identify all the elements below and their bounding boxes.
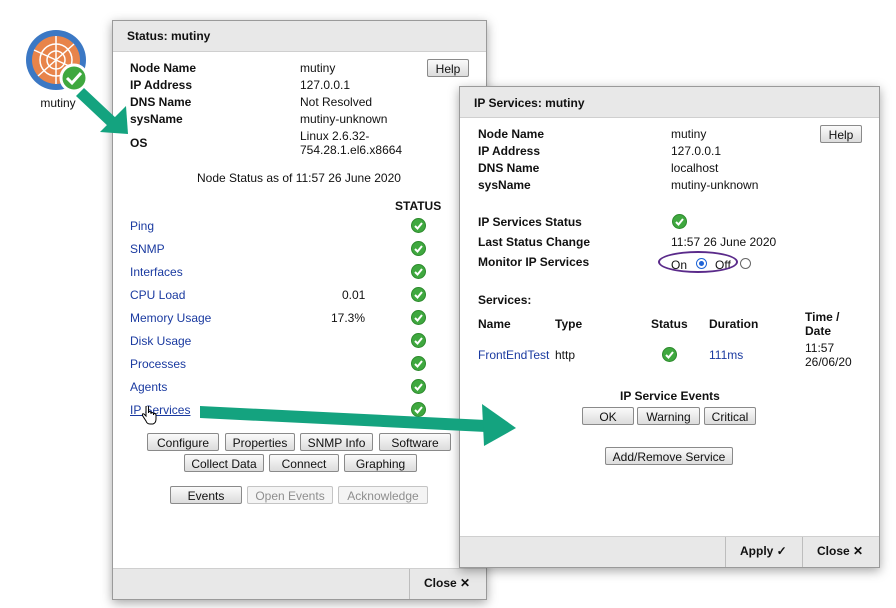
footer-divider — [409, 569, 410, 599]
node-map-icon[interactable] — [24, 28, 92, 96]
check-link-disk-usage[interactable]: Disk Usage — [130, 334, 191, 348]
acknowledge-button[interactable]: Acknowledge — [338, 486, 428, 504]
status-window-titlebar[interactable]: Status: mutiny — [113, 21, 486, 52]
field-value: 127.0.0.1 — [671, 144, 722, 158]
service-name-link[interactable]: FrontEndTest — [478, 348, 549, 362]
field-label: OS — [130, 136, 148, 150]
apply-button[interactable]: Apply ✓ — [740, 544, 787, 558]
field-value: mutiny — [671, 127, 707, 141]
last-status-change-label: Last Status Change — [478, 235, 591, 249]
status-close-button[interactable]: Close ✕ — [424, 576, 470, 590]
field-label: IP Address — [130, 78, 193, 92]
field-label: DNS Name — [130, 95, 192, 109]
status-ok-icon — [411, 402, 426, 417]
events-critical-button[interactable]: Critical — [704, 407, 756, 425]
radio-highlight-oval — [658, 251, 738, 273]
check-link-ip-services[interactable]: IP Services — [130, 403, 190, 417]
connect-button[interactable]: Connect — [269, 454, 339, 472]
column-header-status: Status — [651, 317, 688, 331]
field-label: DNS Name — [478, 161, 540, 175]
ip-help-button[interactable]: Help — [820, 125, 862, 143]
check-value: 17.3% — [331, 311, 366, 325]
check-link-processes[interactable]: Processes — [130, 357, 186, 371]
check-link-ping[interactable]: Ping — [130, 219, 154, 233]
footer-divider — [725, 537, 726, 567]
status-ok-icon — [672, 214, 687, 229]
field-label: sysName — [130, 112, 183, 126]
service-duration-link[interactable]: 111ms — [709, 348, 743, 362]
field-label: Node Name — [478, 127, 545, 141]
events-button[interactable]: Events — [170, 486, 242, 504]
check-link-memory-usage[interactable]: Memory Usage — [130, 311, 211, 325]
node-status-text: Node Status as of 11:57 26 June 2020 — [197, 171, 401, 185]
properties-button[interactable]: Properties — [225, 433, 295, 451]
software-button[interactable]: Software — [379, 433, 451, 451]
status-window: Status: mutiny Help Node Name mutiny IP … — [112, 20, 487, 600]
monitor-off-radio[interactable] — [740, 258, 751, 269]
monitor-ip-services-label: Monitor IP Services — [478, 255, 590, 269]
collect-data-button[interactable]: Collect Data — [184, 454, 264, 472]
check-link-interfaces[interactable]: Interfaces — [130, 265, 183, 279]
graphing-button[interactable]: Graphing — [344, 454, 417, 472]
check-link-agents[interactable]: Agents — [130, 380, 167, 394]
field-value: mutiny-unknown — [671, 178, 759, 192]
check-value: 0.01 — [342, 288, 366, 302]
status-window-footer: Close ✕ — [113, 568, 486, 599]
column-header-type: Type — [555, 317, 583, 331]
hand-cursor-icon — [141, 404, 157, 429]
column-header-date: Date — [805, 324, 832, 338]
status-ok-icon — [411, 241, 426, 256]
field-value: mutiny — [300, 61, 336, 75]
column-header-duration: Duration — [709, 317, 759, 331]
check-link-cpu-load[interactable]: CPU Load — [130, 288, 185, 302]
field-value: localhost — [671, 161, 719, 175]
ip-window-title: IP Services: mutiny — [474, 96, 585, 110]
status-ok-icon — [411, 264, 426, 279]
status-ok-icon — [411, 287, 426, 302]
snmp-info-button[interactable]: SNMP Info — [300, 433, 373, 451]
field-value: mutiny-unknown — [300, 112, 388, 126]
open-events-button[interactable]: Open Events — [247, 486, 333, 504]
services-heading: Services: — [478, 293, 532, 307]
status-column-header: STATUS — [395, 199, 442, 213]
field-label: IP Address — [478, 144, 541, 158]
ip-service-events-heading: IP Service Events — [620, 389, 720, 403]
status-ok-icon — [662, 347, 677, 362]
check-link-snmp[interactable]: SNMP — [130, 242, 165, 256]
ip-services-window: IP Services: mutiny Help Node Name mutin… — [459, 86, 880, 568]
events-ok-button[interactable]: OK — [582, 407, 634, 425]
status-ok-icon — [411, 310, 426, 325]
ip-services-status-label: IP Services Status — [478, 215, 582, 229]
ip-window-titlebar[interactable]: IP Services: mutiny — [460, 87, 879, 118]
node-label[interactable]: mutiny — [28, 96, 88, 110]
field-value: Not Resolved — [300, 95, 373, 109]
column-header-time: Time / — [805, 310, 840, 324]
status-ok-icon — [411, 218, 426, 233]
ip-window-footer: Apply ✓ Close ✕ — [460, 536, 879, 567]
footer-divider — [802, 537, 803, 567]
field-value: 127.0.0.1 — [300, 78, 351, 92]
status-ok-icon — [411, 356, 426, 371]
add-remove-service-button[interactable]: Add/Remove Service — [605, 447, 733, 465]
service-date: 26/06/20 — [805, 355, 852, 369]
status-help-button[interactable]: Help — [427, 59, 469, 77]
configure-button[interactable]: Configure — [147, 433, 219, 451]
field-label: Node Name — [130, 61, 197, 75]
events-warning-button[interactable]: Warning — [637, 407, 700, 425]
service-time: 11:57 — [805, 341, 835, 355]
ip-close-button[interactable]: Close ✕ — [817, 544, 863, 558]
status-window-title: Status: mutiny — [127, 29, 211, 43]
last-status-change-value: 11:57 26 June 2020 — [671, 235, 777, 249]
field-label: sysName — [478, 178, 531, 192]
service-type: http — [555, 348, 576, 362]
column-header-name: Name — [478, 317, 511, 331]
field-value: 754.28.1.el6.x8664 — [300, 143, 403, 157]
status-ok-icon — [411, 333, 426, 348]
status-ok-icon — [411, 379, 426, 394]
field-value: Linux 2.6.32- — [300, 129, 370, 143]
